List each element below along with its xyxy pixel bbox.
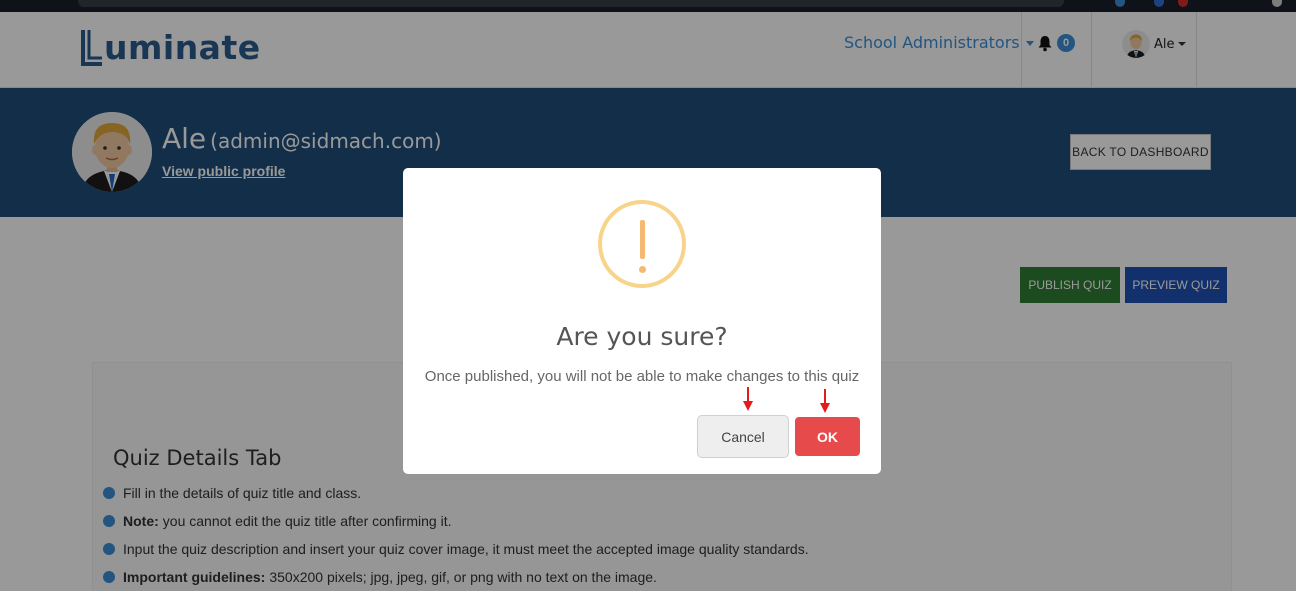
arrow-down-icon xyxy=(743,387,753,411)
confirm-dialog: Are you sure? Once published, you will n… xyxy=(403,168,881,474)
dialog-message: Once published, you will not be able to … xyxy=(424,368,860,385)
arrow-down-icon xyxy=(820,389,830,413)
warning-icon-dot xyxy=(639,266,646,273)
warning-icon-bar xyxy=(640,220,645,259)
cancel-button[interactable]: Cancel xyxy=(697,415,789,458)
ok-button[interactable]: OK xyxy=(795,417,860,456)
warning-icon xyxy=(598,200,686,288)
dialog-title: Are you sure? xyxy=(556,322,728,351)
